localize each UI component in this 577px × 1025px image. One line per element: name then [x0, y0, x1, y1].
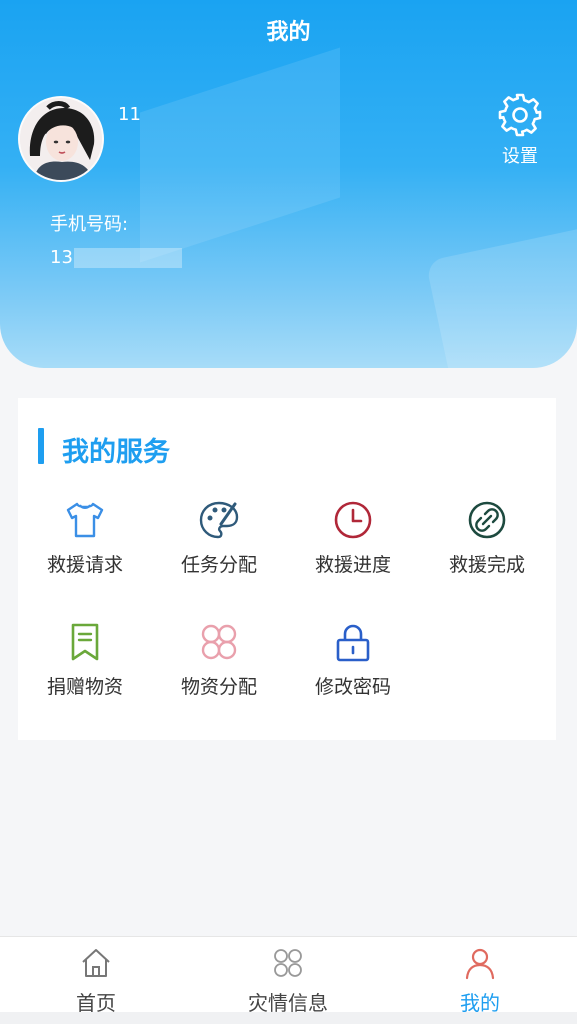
service-rescue-request[interactable]: 救援请求 — [18, 498, 152, 577]
tab-home[interactable]: 首页 — [0, 945, 192, 1016]
service-label: 物资分配 — [180, 676, 257, 698]
service-rescue-complete[interactable]: 救援完成 — [420, 498, 554, 577]
service-label: 救援进度 — [314, 554, 391, 576]
services-title: 我的服务 — [62, 437, 170, 468]
page-title: 我的 — [266, 20, 311, 45]
header-decoration — [425, 221, 577, 368]
profile-header: 我的 11 设置 手机号码: 13 — [0, 0, 577, 368]
service-label: 救援完成 — [448, 554, 525, 576]
service-task-assign[interactable]: 任务分配 — [152, 498, 286, 577]
avatar[interactable] — [18, 96, 104, 182]
phone-label: 手机号码: — [50, 214, 129, 235]
bookmark-icon — [71, 623, 99, 661]
service-rescue-progress[interactable]: 救援进度 — [286, 498, 420, 577]
services-card: 我的服务 救援请求 任务分配 救援进度 救援完成 捐赠物资 物资分配 修改密码 — [18, 398, 556, 740]
lock-icon — [336, 624, 370, 662]
tshirt-icon — [66, 502, 104, 538]
avatar-illustration — [20, 98, 102, 180]
gear-icon — [498, 93, 542, 137]
service-label: 救援请求 — [46, 554, 123, 576]
tab-disaster-info[interactable]: 灾情信息 — [192, 945, 384, 1016]
service-donate-supplies[interactable]: 捐赠物资 — [18, 620, 152, 699]
link-icon — [468, 501, 506, 539]
grid-icon — [201, 624, 237, 660]
system-nav-strip — [0, 1012, 577, 1024]
user-icon — [465, 948, 495, 980]
service-label: 任务分配 — [180, 554, 257, 576]
palette-icon — [199, 501, 239, 539]
settings-button[interactable]: 设置 — [492, 92, 548, 168]
service-supply-assign[interactable]: 物资分配 — [152, 620, 286, 699]
phone-redaction — [74, 248, 182, 268]
username: 11 — [118, 104, 141, 125]
header-decoration — [140, 47, 340, 263]
service-label: 修改密码 — [314, 676, 391, 698]
phone-value: 13 — [50, 247, 73, 268]
service-label: 捐赠物资 — [46, 676, 123, 698]
home-icon — [82, 949, 110, 977]
tab-mine[interactable]: 我的 — [384, 945, 576, 1016]
settings-label: 设置 — [502, 146, 538, 167]
service-change-password[interactable]: 修改密码 — [286, 620, 420, 699]
clock-icon — [334, 501, 372, 539]
grid-icon — [274, 949, 302, 977]
section-accent-bar — [38, 428, 44, 464]
